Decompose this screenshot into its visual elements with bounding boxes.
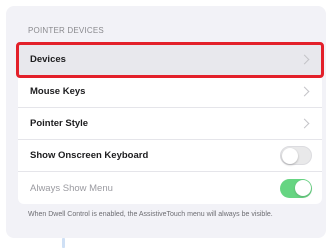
devices-row[interactable]: Devices: [16, 42, 324, 78]
mouse-keys-row[interactable]: Mouse Keys: [18, 76, 322, 108]
always-show-menu-label: Always Show Menu: [30, 182, 113, 194]
mouse-keys-label: Mouse Keys: [30, 86, 86, 97]
screen: POINTER DEVICES Devices Mouse Keys Point…: [0, 0, 335, 248]
always-show-menu-row: Always Show Menu: [18, 172, 322, 204]
pointer-style-label: Pointer Style: [30, 118, 89, 129]
show-onscreen-keyboard-label: Show Onscreen Keyboard: [30, 150, 149, 161]
devices-label: Devices: [30, 54, 66, 65]
toggle-knob: [295, 179, 311, 196]
show-onscreen-keyboard-toggle[interactable]: [280, 146, 312, 165]
chevron-right-icon: [299, 118, 310, 129]
toggle-knob: [282, 147, 298, 164]
show-onscreen-keyboard-row: Show Onscreen Keyboard: [18, 140, 322, 172]
scroll-indicator: [62, 238, 65, 248]
chevron-right-icon: [299, 54, 310, 65]
section-header: POINTER DEVICES: [28, 26, 104, 35]
always-show-menu-toggle[interactable]: [280, 178, 312, 198]
pointer-devices-group: Devices Mouse Keys Pointer Style Show On…: [16, 42, 324, 204]
chevron-right-icon: [299, 86, 310, 97]
pointer-style-row[interactable]: Pointer Style: [18, 108, 322, 140]
footer-note: When Dwell Control is enabled, the Assis…: [28, 211, 273, 218]
